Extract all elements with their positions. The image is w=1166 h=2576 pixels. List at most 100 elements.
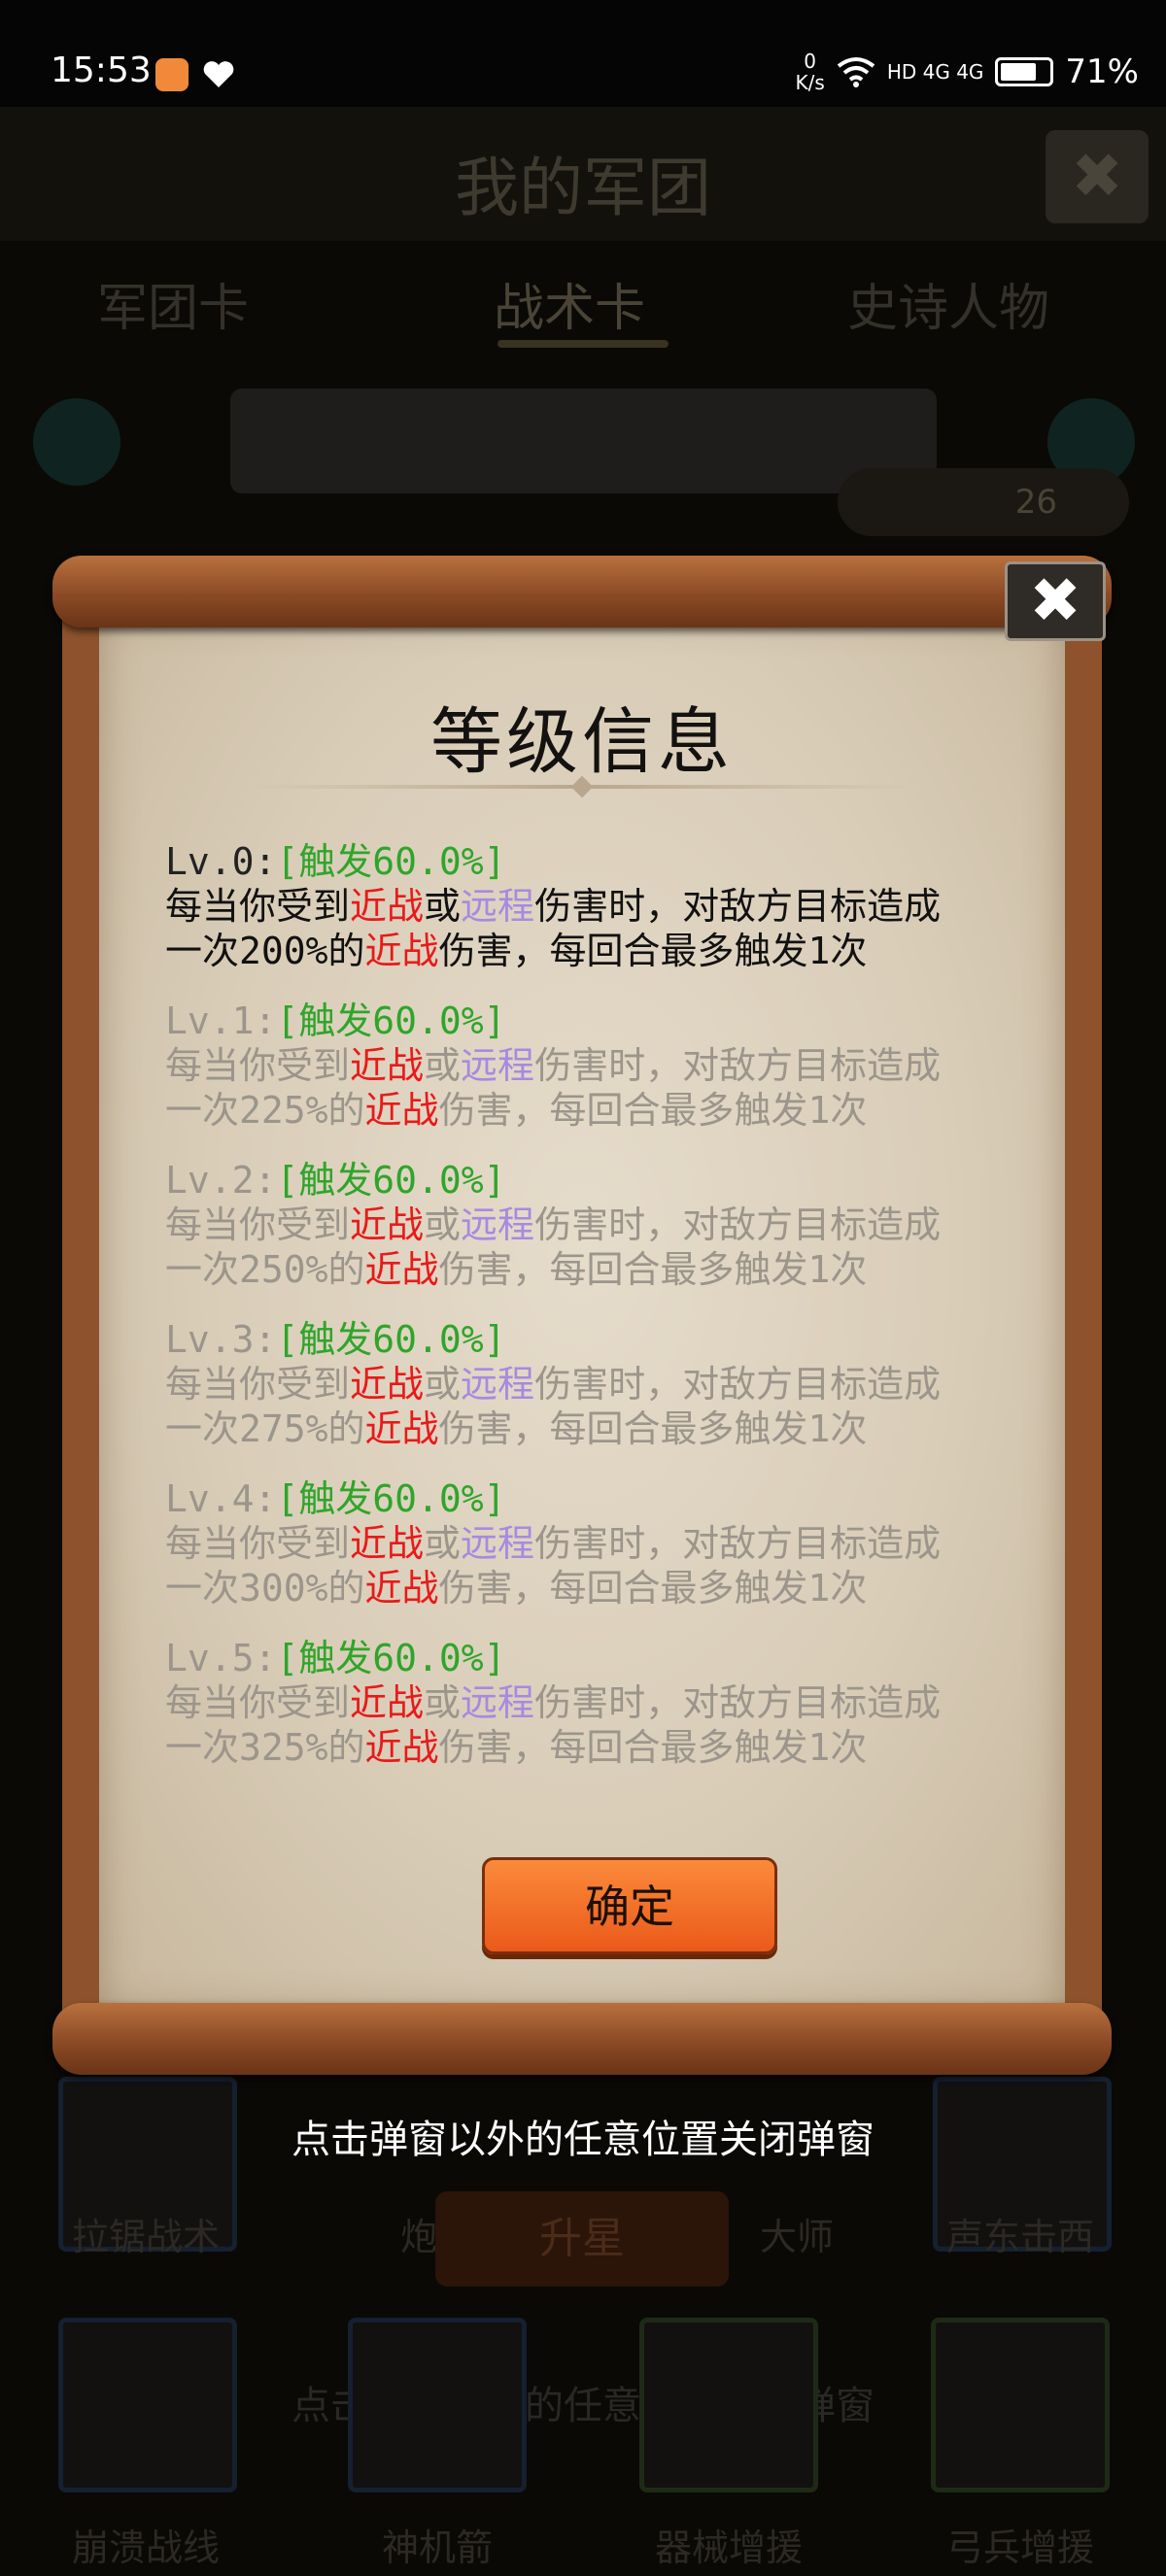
- ranged-keyword: 远程: [461, 1203, 535, 1246]
- damage-percent: 一次325%的: [165, 1726, 365, 1769]
- level-label: Lv.3:: [165, 1318, 277, 1361]
- damage-percent: 一次225%的: [165, 1089, 365, 1132]
- level-description-line2: 一次275%的近战伤害，每回合最多触发1次: [165, 1407, 1040, 1451]
- desc-text: 伤害，每回合最多触发1次: [438, 1407, 868, 1450]
- bg-close-icon: ✖: [1046, 130, 1149, 223]
- level-entry-4: Lv.4:[触发60.0%] 每当你受到近战或远程伤害时，对敌方目标造成 一次3…: [165, 1476, 1040, 1636]
- damage-percent: 一次300%的: [165, 1567, 365, 1610]
- level-entry-2: Lv.2:[触发60.0%] 每当你受到近战或远程伤害时，对敌方目标造成 一次2…: [165, 1158, 1040, 1317]
- level-header: Lv.4:[触发60.0%]: [165, 1476, 1040, 1521]
- desc-text: 伤害，每回合最多触发1次: [438, 1726, 868, 1769]
- ranged-keyword: 远程: [461, 1363, 535, 1406]
- melee-keyword: 近战: [350, 885, 425, 928]
- trigger-chance: [触发60.0%]: [276, 1318, 506, 1361]
- trigger-chance: [触发60.0%]: [276, 1637, 506, 1679]
- bg-card-label: 崩溃战线: [71, 2526, 220, 2569]
- level-label: Lv.0:: [165, 840, 277, 883]
- desc-text: 每当你受到: [165, 885, 351, 928]
- melee-keyword: 近战: [364, 1567, 439, 1610]
- bg-page-title: 我的军团: [455, 151, 711, 225]
- net-speed-unit: K/s: [795, 71, 825, 94]
- bg-header: 我的军团 ✖: [0, 107, 1166, 241]
- bg-card-label: 拉锯战术: [71, 2216, 220, 2258]
- level-description: 每当你受到近战或远程伤害时，对敌方目标造成: [165, 1521, 1040, 1566]
- desc-text: 伤害时，对敌方目标造成: [534, 885, 942, 928]
- level-label: Lv.4:: [165, 1477, 277, 1520]
- level-description: 每当你受到近战或远程伤害时，对敌方目标造成: [165, 884, 1040, 929]
- damage-percent: 一次275%的: [165, 1407, 365, 1450]
- trigger-chance: [触发60.0%]: [276, 840, 506, 883]
- melee-keyword: 近战: [350, 1044, 425, 1087]
- melee-keyword: 近战: [350, 1363, 425, 1406]
- desc-text: 或: [424, 1363, 462, 1406]
- level-entry-5: Lv.5:[触发60.0%] 每当你受到近战或远程伤害时，对敌方目标造成 一次3…: [165, 1636, 1040, 1795]
- desc-text: 伤害时，对敌方目标造成: [534, 1681, 942, 1724]
- melee-keyword: 近战: [364, 1407, 439, 1450]
- level-header: Lv.1:[触发60.0%]: [165, 999, 1040, 1043]
- desc-text: 伤害时，对敌方目标造成: [534, 1363, 942, 1406]
- level-info-dialog: 等级信息 Lv.0:[触发60.0%] 每当你受到近战或远程伤害时，对敌方目标造…: [52, 556, 1112, 2090]
- bg-card-label: 神机箭: [381, 2526, 493, 2569]
- bg-search-bar: [230, 389, 937, 493]
- status-bar: 15:53 0 K/s HD 4G 4G 71%: [0, 0, 1166, 107]
- desc-text: 或: [424, 1522, 462, 1565]
- battery-icon: [995, 57, 1054, 86]
- trigger-chance: [触发60.0%]: [276, 1000, 506, 1042]
- desc-text: 或: [424, 1044, 462, 1087]
- desc-text: 伤害，每回合最多触发1次: [438, 1567, 868, 1610]
- heart-icon: [203, 61, 234, 87]
- desc-text: 伤害，每回合最多触发1次: [438, 1089, 868, 1132]
- ranged-keyword: 远程: [461, 885, 535, 928]
- bg-tab-underline: [497, 340, 669, 348]
- desc-text: 每当你受到: [165, 1522, 351, 1565]
- bg-tab-tactic-cards: 战术卡: [494, 280, 646, 338]
- bg-list-icon: [33, 398, 120, 486]
- wifi-icon: [837, 57, 875, 87]
- melee-keyword: 近战: [364, 930, 439, 972]
- ranged-keyword: 远程: [461, 1522, 535, 1565]
- dialog-close-button[interactable]: ✖: [1005, 561, 1106, 641]
- bg-tab-epic-characters: 史诗人物: [847, 280, 1050, 338]
- desc-text: 每当你受到: [165, 1203, 351, 1246]
- trigger-chance: [触发60.0%]: [276, 1477, 506, 1520]
- scroll-rod-bottom: [52, 2003, 1112, 2075]
- status-time: 15:53: [51, 51, 152, 90]
- dismiss-hint: 点击弹窗以外的任意位置关闭弹窗: [292, 2118, 874, 2162]
- damage-percent: 一次200%的: [165, 930, 365, 972]
- desc-text: 或: [424, 885, 462, 928]
- melee-keyword: 近战: [350, 1522, 425, 1565]
- level-label: Lv.5:: [165, 1637, 277, 1679]
- network-speed: 0 K/s: [796, 51, 825, 93]
- level-description-line2: 一次300%的近战伤害，每回合最多触发1次: [165, 1566, 1040, 1610]
- level-description-line2: 一次225%的近战伤害，每回合最多触发1次: [165, 1088, 1040, 1133]
- bg-card: [348, 2318, 527, 2492]
- net-speed-value: 0: [804, 50, 817, 73]
- confirm-button[interactable]: 确定: [482, 1857, 777, 1954]
- level-description-line2: 一次200%的近战伤害，每回合最多触发1次: [165, 929, 1040, 973]
- level-label: Lv.2:: [165, 1159, 277, 1202]
- level-label: Lv.1:: [165, 1000, 277, 1042]
- melee-keyword: 近战: [364, 1726, 439, 1769]
- level-description-line2: 一次325%的近战伤害，每回合最多触发1次: [165, 1725, 1040, 1770]
- desc-text: 或: [424, 1681, 462, 1724]
- desc-text: 每当你受到: [165, 1681, 351, 1724]
- level-entry-0: Lv.0:[触发60.0%] 每当你受到近战或远程伤害时，对敌方目标造成 一次2…: [165, 839, 1040, 999]
- level-header: Lv.3:[触发60.0%]: [165, 1317, 1040, 1362]
- bg-upgrade-button: 升星: [435, 2191, 729, 2287]
- bg-card: [639, 2318, 818, 2492]
- desc-text: 伤害，每回合最多触发1次: [438, 930, 868, 972]
- desc-text: 每当你受到: [165, 1363, 351, 1406]
- desc-text: 伤害时，对敌方目标造成: [534, 1203, 942, 1246]
- level-description: 每当你受到近战或远程伤害时，对敌方目标造成: [165, 1680, 1040, 1725]
- level-description: 每当你受到近战或远程伤害时，对敌方目标造成: [165, 1203, 1040, 1247]
- level-entry-1: Lv.1:[触发60.0%] 每当你受到近战或远程伤害时，对敌方目标造成 一次2…: [165, 999, 1040, 1158]
- bg-card: [58, 2318, 237, 2492]
- desc-text: 伤害时，对敌方目标造成: [534, 1044, 942, 1087]
- melee-keyword: 近战: [350, 1681, 425, 1724]
- bg-card: [931, 2318, 1110, 2492]
- signal-icon: HD 4G 4G: [886, 60, 984, 84]
- ranged-keyword: 远程: [461, 1044, 535, 1087]
- level-description-line2: 一次250%的近战伤害，每回合最多触发1次: [165, 1247, 1040, 1292]
- scroll-rod-top: [52, 556, 1112, 627]
- melee-keyword: 近战: [350, 1203, 425, 1246]
